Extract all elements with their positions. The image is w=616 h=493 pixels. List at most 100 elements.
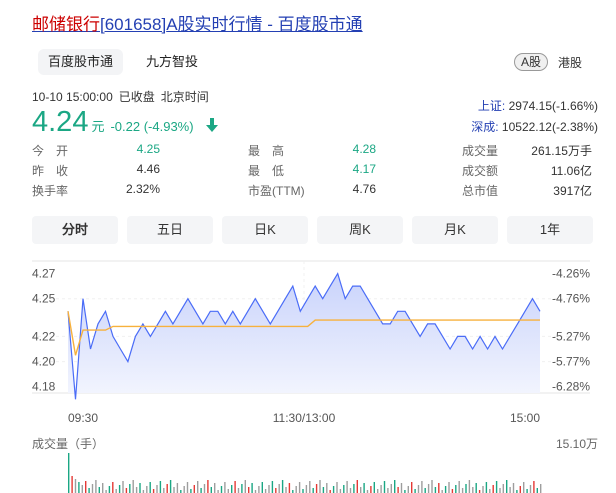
volume-bar — [115, 489, 117, 493]
period-tab[interactable]: 周K — [317, 216, 403, 244]
volume-bar — [203, 484, 206, 493]
volume-bar — [74, 479, 77, 493]
volume-bar — [400, 483, 403, 493]
volume-bar — [502, 484, 504, 493]
period-tab[interactable]: 日K — [222, 216, 308, 244]
volume-bar — [237, 488, 240, 493]
volume-bar — [152, 489, 155, 493]
index-shanghai[interactable]: 上证: 2974.15(-1.66%) — [478, 97, 598, 114]
stat-label: 昨 收 — [32, 164, 69, 178]
volume-bar — [332, 486, 335, 493]
market-status: 已收盘 — [118, 90, 155, 104]
volume-bar — [509, 487, 511, 493]
volume-max: 15.10万 — [555, 437, 598, 451]
volume-bar — [288, 483, 291, 493]
volume-bar — [529, 485, 532, 493]
volume-bar — [431, 480, 433, 493]
market-hk-button[interactable]: 港股 — [558, 54, 582, 71]
volume-bar — [455, 485, 457, 493]
volume-bar — [349, 488, 352, 493]
stat-value: 4.25 — [136, 142, 160, 156]
volume-bar — [88, 488, 90, 493]
volume-bar — [166, 484, 168, 493]
volume-bar — [448, 482, 450, 493]
volume-bar — [139, 483, 141, 493]
period-tab[interactable]: 分时 — [32, 216, 118, 244]
volume-bar — [485, 482, 488, 493]
volume-bar — [519, 486, 521, 493]
stat-value: 4.46 — [136, 162, 160, 176]
period-tab[interactable]: 月K — [412, 216, 498, 244]
volume-bar — [190, 489, 192, 493]
stats-row: 换手率 2.32% 市盈(TTM) 4.76 总市值 3917亿 — [32, 182, 592, 202]
volume-bar — [475, 483, 477, 493]
volume-bar — [492, 485, 494, 493]
volume-bar — [319, 480, 321, 493]
volume-bar — [227, 489, 229, 493]
volume-bar — [129, 484, 131, 493]
volume-bar — [281, 480, 284, 493]
period-tab[interactable]: 1年 — [507, 216, 593, 244]
volume-bar — [251, 483, 253, 493]
index-shenzhen[interactable]: 深成: 10522.12(-2.38%) — [471, 118, 598, 135]
volume-bar — [373, 482, 375, 493]
volume-bar — [71, 476, 73, 493]
volume-label: 成交量（手） — [32, 437, 105, 451]
page-title[interactable]: 邮储银行[601658]A股实时行情 - 百度股市通 — [32, 10, 363, 35]
volume-bar — [495, 481, 498, 493]
volume-bar — [533, 481, 535, 493]
y-tick-label-pct: -6.28% — [552, 380, 590, 394]
volume-bar — [414, 489, 416, 493]
volume-bar — [512, 483, 515, 493]
volume-bar — [98, 487, 100, 493]
volume-bar — [176, 483, 179, 493]
volume-bar — [339, 489, 342, 493]
volume-bar — [472, 487, 474, 493]
volume-bar — [438, 483, 440, 493]
volume-bar — [207, 480, 209, 493]
volume-bar — [108, 486, 111, 493]
volume-bar — [434, 487, 437, 493]
volume-bar — [278, 484, 280, 493]
volume-bar — [244, 480, 246, 493]
volume-bar — [540, 484, 542, 493]
volume-bar — [424, 488, 426, 493]
market-a-share-button[interactable]: A股 — [513, 53, 548, 71]
volume-bar — [271, 481, 274, 493]
volume-bar — [261, 482, 263, 493]
stat-value: 4.76 — [352, 182, 376, 196]
stats-row: 今 开 4.25 最 高 4.28 成交量 261.15万手 — [32, 142, 592, 162]
y-tick-label: 4.22 — [32, 329, 56, 343]
stat-label: 总市值 — [462, 184, 499, 198]
stat-value: 11.06亿 — [550, 164, 592, 178]
volume-bar — [390, 484, 392, 493]
x-tick-label: 09:30 — [68, 411, 98, 425]
price-row: 4.24 元 -0.22 (-4.93%) — [32, 106, 220, 138]
time-zone: 北京时间 — [160, 90, 209, 104]
volume-bar — [411, 482, 413, 493]
volume-bar — [526, 489, 528, 493]
volume-bar — [458, 481, 460, 493]
volume-bar — [102, 483, 104, 493]
volume-bar — [112, 482, 114, 493]
arrow-down-icon — [206, 118, 219, 132]
volume-bar — [91, 484, 94, 493]
tab-baidu[interactable]: 百度股市通 — [38, 49, 124, 75]
volume-bar — [444, 486, 447, 493]
tab-jiufang[interactable]: 九方智投 — [136, 49, 208, 75]
volume-bar — [183, 486, 185, 493]
y-tick-label-pct: -5.77% — [552, 355, 590, 369]
stat-value: 2.32% — [125, 182, 160, 196]
quote-time: 10-10 15:00:00 已收盘 北京时间 — [32, 88, 215, 105]
period-tab[interactable]: 五日 — [127, 216, 213, 244]
volume-bar — [326, 483, 328, 493]
volume-bar — [248, 487, 250, 493]
volume-bar — [220, 486, 223, 493]
volume-bar — [394, 480, 396, 493]
y-tick-label: 4.27 — [32, 267, 56, 281]
stat-label: 最 高 — [248, 144, 285, 158]
volume-bar — [95, 480, 97, 493]
y-tick-label-pct: -4.76% — [552, 292, 590, 306]
volume-bar — [118, 485, 121, 493]
source-tabs: 百度股市通 九方智投 A股 港股 — [28, 49, 588, 79]
